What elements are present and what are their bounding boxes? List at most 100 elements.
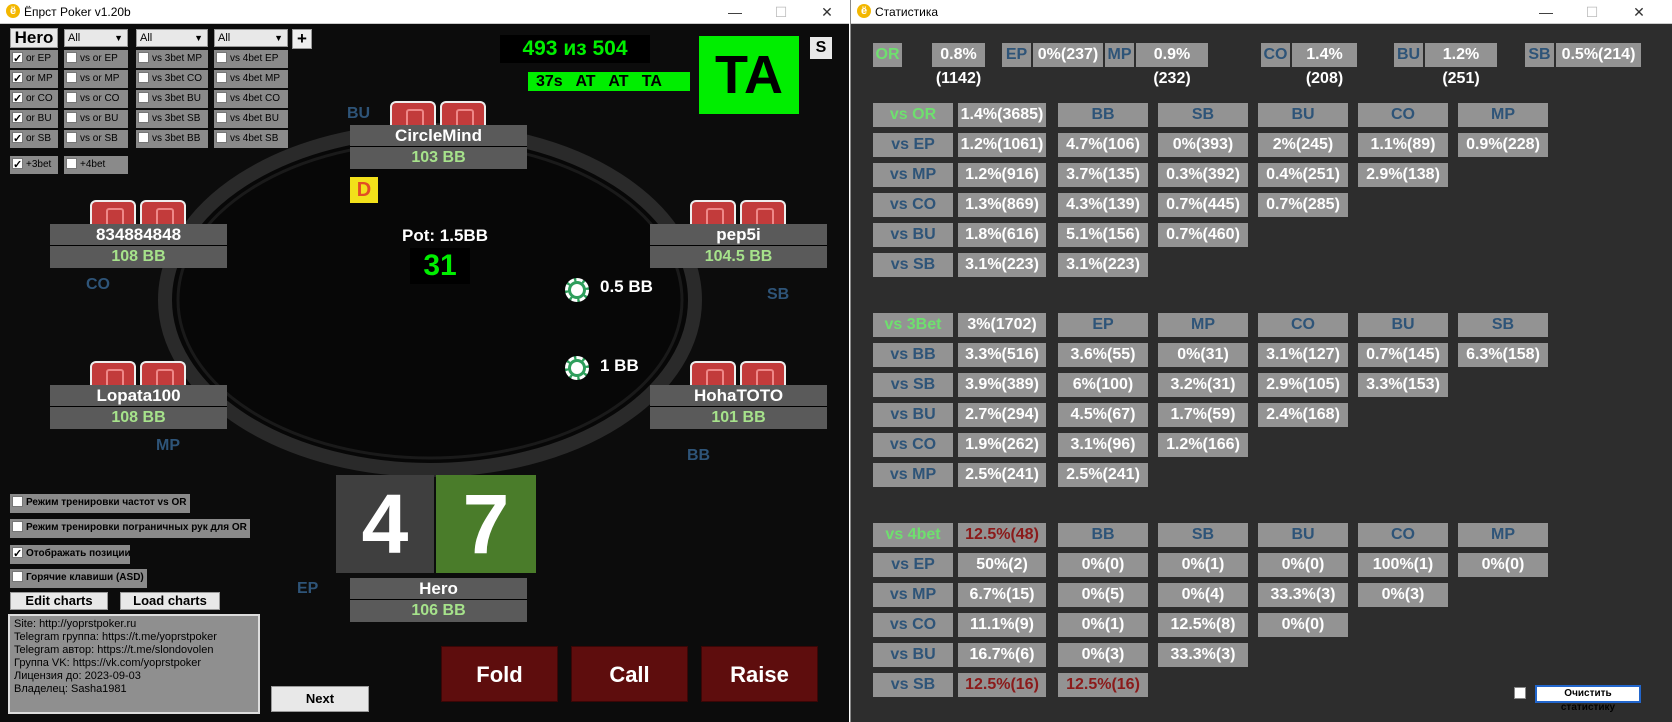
stat-cell: 0.4%(251) (1258, 163, 1348, 187)
checkbox[interactable] (216, 51, 227, 63)
checkbox[interactable] (66, 157, 77, 169)
filter-vs-4bet-ep[interactable]: vs 4bet EP (214, 50, 288, 68)
filter-vs-or-ep[interactable]: vs or EP (64, 50, 128, 68)
option-border-hands-training[interactable]: Режим тренировки пограничных рук для OR (10, 519, 250, 538)
checkbox[interactable] (12, 570, 23, 582)
filter-label: vs or CO (80, 93, 120, 104)
stat-cell: 0%(0) (1258, 553, 1348, 577)
option-hotkeys[interactable]: Горячие клавиши (ASD) (10, 569, 147, 588)
filter-vs-3bet-co[interactable]: vs 3bet CO (136, 70, 208, 88)
filter-vs-or-bu[interactable]: vs or BU (64, 110, 128, 128)
stat-cell: 0%(393) (1158, 133, 1248, 157)
filter-vs-4bet-mp[interactable]: vs 4bet MP (214, 70, 288, 88)
checkbox[interactable] (12, 520, 23, 532)
hero-button[interactable]: Hero (10, 28, 58, 48)
select-vs-or[interactable]: All ▼ (64, 29, 128, 47)
checkbox[interactable] (12, 70, 23, 88)
stat-cell: 0%(1) (1158, 553, 1248, 577)
checkbox[interactable] (12, 495, 23, 507)
load-charts-button[interactable]: Load charts (120, 592, 220, 610)
checkbox[interactable] (66, 111, 77, 123)
stat-pos-label: BU (1394, 43, 1423, 67)
player-name: CircleMind (350, 125, 527, 147)
clear-stats-checkbox[interactable] (1514, 687, 1526, 699)
close-icon[interactable]: ✕ (1624, 2, 1654, 22)
filter-or-mp[interactable]: or MP (10, 70, 58, 88)
checkbox[interactable] (12, 110, 23, 128)
close-icon[interactable]: ✕ (812, 2, 842, 22)
s-button[interactable]: S (810, 37, 832, 59)
fold-button[interactable]: Fold (441, 646, 558, 702)
maximize-icon[interactable]: ☐ (766, 2, 796, 22)
filter-plus-3bet[interactable]: +3bet (10, 156, 58, 174)
checkbox[interactable] (12, 130, 23, 148)
section-label: vs 3Bet (873, 313, 953, 337)
info-telegram-author: Telegram автор: https://t.me/slondovolen (14, 644, 214, 656)
checkbox[interactable] (138, 51, 149, 63)
checkbox[interactable] (138, 111, 149, 123)
filter-vs-3bet-bu[interactable]: vs 3bet BU (136, 90, 208, 108)
row-label: vs MP (873, 583, 953, 607)
stat-cell: 0%(0) (1458, 553, 1548, 577)
position-label: SB (767, 286, 790, 303)
section-label: vs OR (873, 103, 953, 127)
select-vs-3bet[interactable]: All ▼ (136, 29, 208, 47)
info-vk: Группа VK: https://vk.com/yoprstpoker (14, 657, 202, 669)
add-button[interactable]: + (292, 29, 312, 49)
clear-stats-button[interactable]: Очистить статистику (1535, 685, 1641, 713)
chip-icon (565, 278, 589, 302)
stat-cell: 16.7%(6) (958, 643, 1046, 667)
filter-vs-4bet-co[interactable]: vs 4bet CO (214, 90, 288, 108)
maximize-icon[interactable]: ☐ (1577, 2, 1607, 22)
filter-vs-or-sb[interactable]: vs or SB (64, 130, 128, 148)
checkbox[interactable] (12, 545, 23, 563)
seat-right-bottom: HohaTOTO 101 BB (650, 385, 827, 429)
stat-cell: 2%(245) (1258, 133, 1348, 157)
filter-or-ep[interactable]: or EP (10, 50, 58, 68)
stat-cell: 4.5%(67) (1058, 403, 1148, 427)
checkbox[interactable] (66, 131, 77, 143)
stats-window: ё Статистика — ☐ ✕ OR 0.8%(1142) EP 0%(237)… (850, 0, 1672, 722)
filter-plus-4bet[interactable]: +4bet (64, 156, 128, 174)
option-frequency-training[interactable]: Режим тренировки частот vs OR (10, 494, 190, 513)
checkbox[interactable] (138, 91, 149, 103)
option-show-positions[interactable]: Отображать позиции (10, 545, 130, 564)
next-button[interactable]: Next (271, 686, 369, 712)
raise-button[interactable]: Raise (701, 646, 818, 702)
checkbox[interactable] (138, 71, 149, 83)
stat-pos-value: 1.2%(251) (1425, 43, 1497, 87)
chevron-down-icon: ▼ (114, 33, 123, 43)
checkbox[interactable] (66, 51, 77, 63)
minimize-icon[interactable]: — (1531, 2, 1561, 22)
stat-cell: 3.2%(31) (1158, 373, 1248, 397)
option-label: Режим тренировки пограничных рук для OR (26, 522, 247, 533)
call-button[interactable]: Call (571, 646, 688, 702)
answer-hand: TA (699, 36, 799, 114)
checkbox[interactable] (66, 91, 77, 103)
checkbox[interactable] (12, 90, 23, 108)
checkbox[interactable] (12, 156, 23, 174)
filter-label: vs or BU (80, 113, 119, 124)
player-name: HohaTOTO (650, 385, 827, 407)
player-stack: 103 BB (350, 147, 527, 169)
checkbox[interactable] (12, 50, 23, 68)
filter-label: vs 3bet MP (152, 53, 203, 64)
select-vs-4bet[interactable]: All ▼ (214, 29, 288, 47)
filter-vs-or-co[interactable]: vs or CO (64, 90, 128, 108)
filter-or-co[interactable]: or CO (10, 90, 58, 108)
filter-or-sb[interactable]: or SB (10, 130, 58, 148)
filter-vs-3bet-mp[interactable]: vs 3bet MP (136, 50, 208, 68)
app-icon: ё (6, 4, 20, 18)
edit-charts-button[interactable]: Edit charts (10, 592, 108, 610)
filter-vs-or-mp[interactable]: vs or MP (64, 70, 128, 88)
filter-or-bu[interactable]: or BU (10, 110, 58, 128)
checkbox[interactable] (66, 71, 77, 83)
checkbox[interactable] (216, 71, 227, 83)
checkbox[interactable] (138, 131, 149, 143)
stat-cell: 0.3%(392) (1158, 163, 1248, 187)
option-label: Горячие клавиши (ASD) (26, 572, 144, 583)
minimize-icon[interactable]: — (720, 2, 750, 22)
column-header: MP (1458, 103, 1548, 127)
checkbox[interactable] (216, 91, 227, 103)
stat-cell: 0.7%(460) (1158, 223, 1248, 247)
